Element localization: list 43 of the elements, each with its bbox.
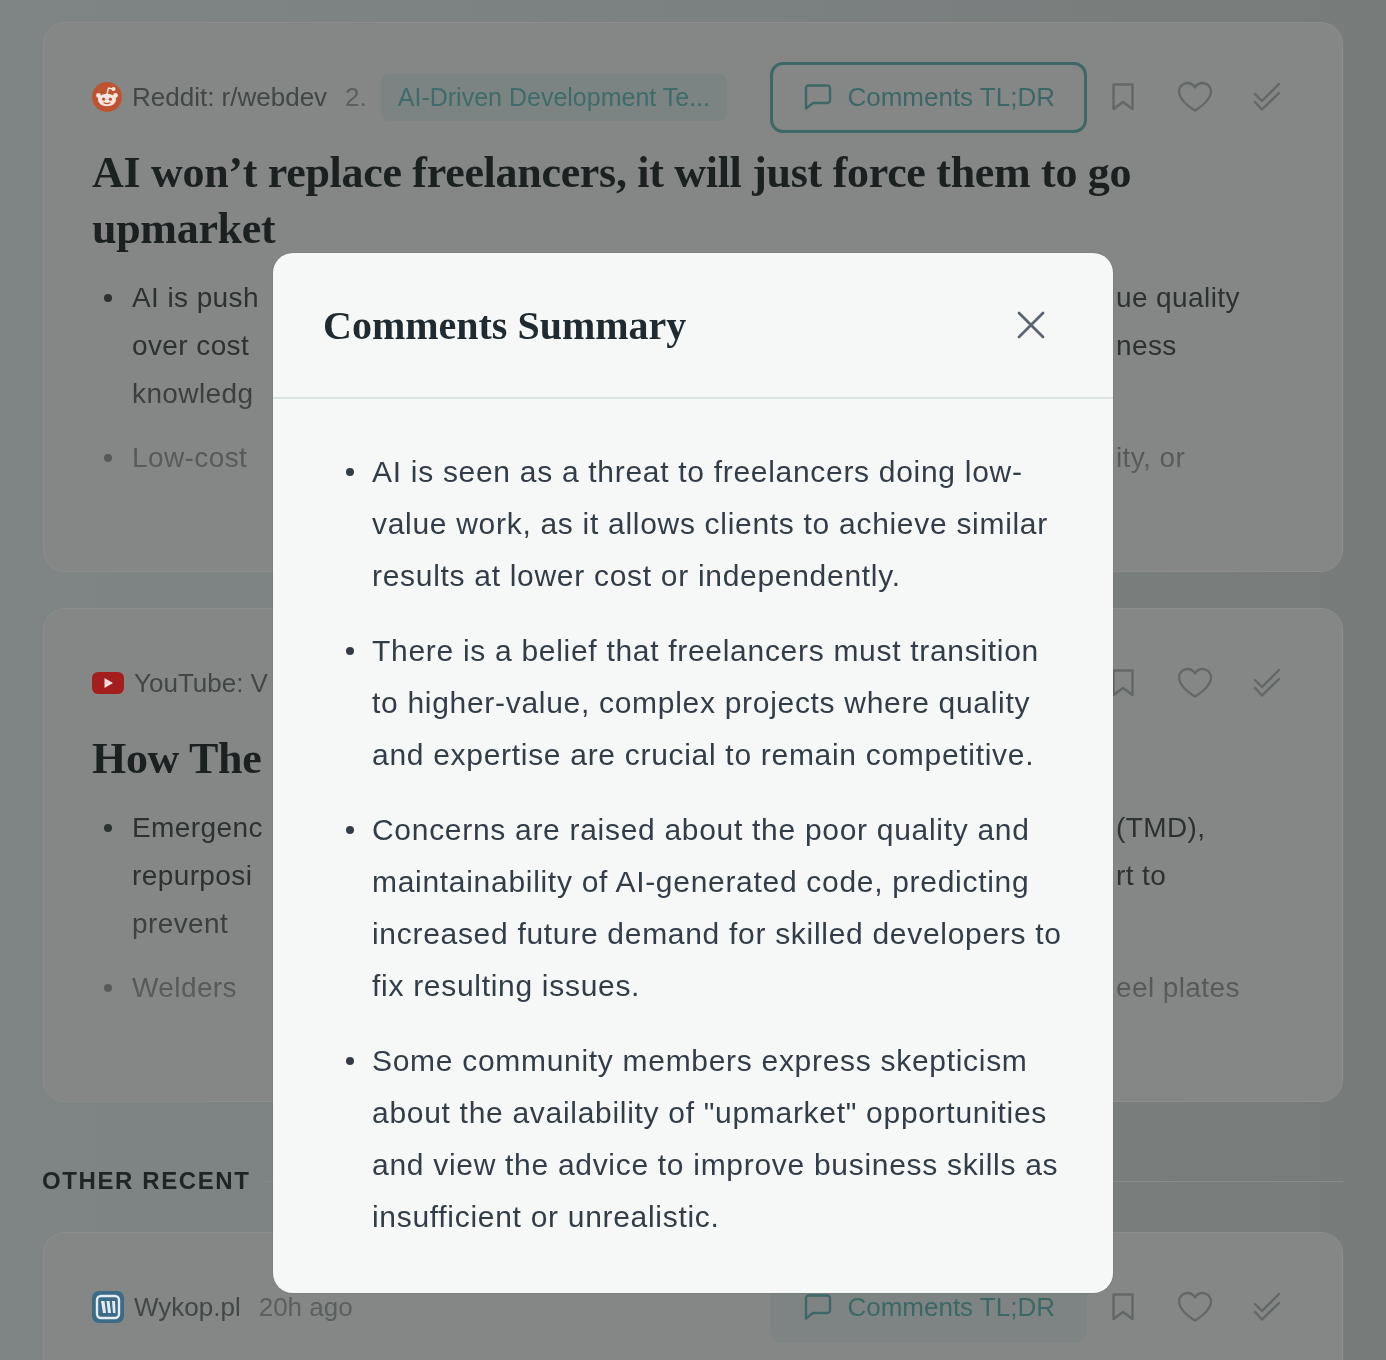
summary-text: ue quality <box>1116 282 1240 313</box>
play-logo-icon <box>92 672 124 694</box>
article-title[interactable]: AI won’t replace freelancers, it will just force them to go upmarket <box>92 145 1294 257</box>
bullet-icon <box>346 1057 354 1065</box>
bullet-icon <box>346 468 354 476</box>
section-heading: OTHER RECENT <box>42 1166 251 1196</box>
summary-text: ness <box>1116 330 1177 361</box>
heart-icon[interactable] <box>1177 667 1213 699</box>
modal-title: Comments Summary <box>323 301 687 349</box>
summary-point: Some community members express skepticism about the availability of "upmarket" opportunities and view the advice to improve business skills as insufficient or unrealistic. <box>372 1043 1060 1235</box>
bullet-icon <box>346 647 354 655</box>
summary-text: Emergenc <box>132 812 263 843</box>
bullet-icon <box>104 984 112 992</box>
bullet-icon <box>104 824 112 832</box>
alien-logo-icon <box>92 82 122 112</box>
summary-text: prevent <box>132 908 229 939</box>
topic-tag[interactable]: AI-Driven Development Te... <box>380 73 727 121</box>
source-name[interactable]: YouTube: V <box>134 667 268 699</box>
summary-point: AI is seen as a threat to freelancers doing low-value work, as it allows clients to achieve similar results at lower cost or independently. <box>372 454 1049 594</box>
comments-button[interactable]: Comments TL;DR <box>770 61 1087 133</box>
summary-text: knowledg <box>132 378 254 409</box>
chat-bubble-icon <box>804 1294 833 1320</box>
source-name[interactable]: Wykop.pl <box>134 1291 241 1323</box>
bullet-icon <box>104 294 112 302</box>
heart-icon[interactable] <box>1177 81 1213 113</box>
double-check-icon[interactable] <box>1253 82 1281 112</box>
double-check-icon[interactable] <box>1253 668 1281 698</box>
heart-icon[interactable] <box>1177 1291 1213 1323</box>
source-name[interactable]: Reddit: r/webdev <box>132 81 328 113</box>
summary-text: AI is push <box>132 282 259 313</box>
bullet-icon <box>104 454 112 462</box>
close-icon[interactable] <box>1017 311 1045 339</box>
summary-text: rt to <box>1116 860 1167 891</box>
summary-point: Concerns are raised about the poor quality and maintainability of AI-generated code, predicting increased future demand for skilled developers to fix resulting issues. <box>372 812 1063 1004</box>
chat-bubble-icon <box>804 84 833 110</box>
bullet-icon <box>346 826 354 834</box>
summary-text: repurposi <box>132 860 253 891</box>
summary-text: (TMD), <box>1116 812 1206 843</box>
summary-text: over cost <box>132 330 250 361</box>
double-check-icon[interactable] <box>1253 1292 1281 1322</box>
bookmark-icon[interactable] <box>1111 669 1135 697</box>
square-logo-icon <box>92 1291 124 1323</box>
summary-point: There is a belief that freelancers must transition to higher-value, complex projects where quality and expertise are crucial to remain competitive. <box>372 633 1040 773</box>
